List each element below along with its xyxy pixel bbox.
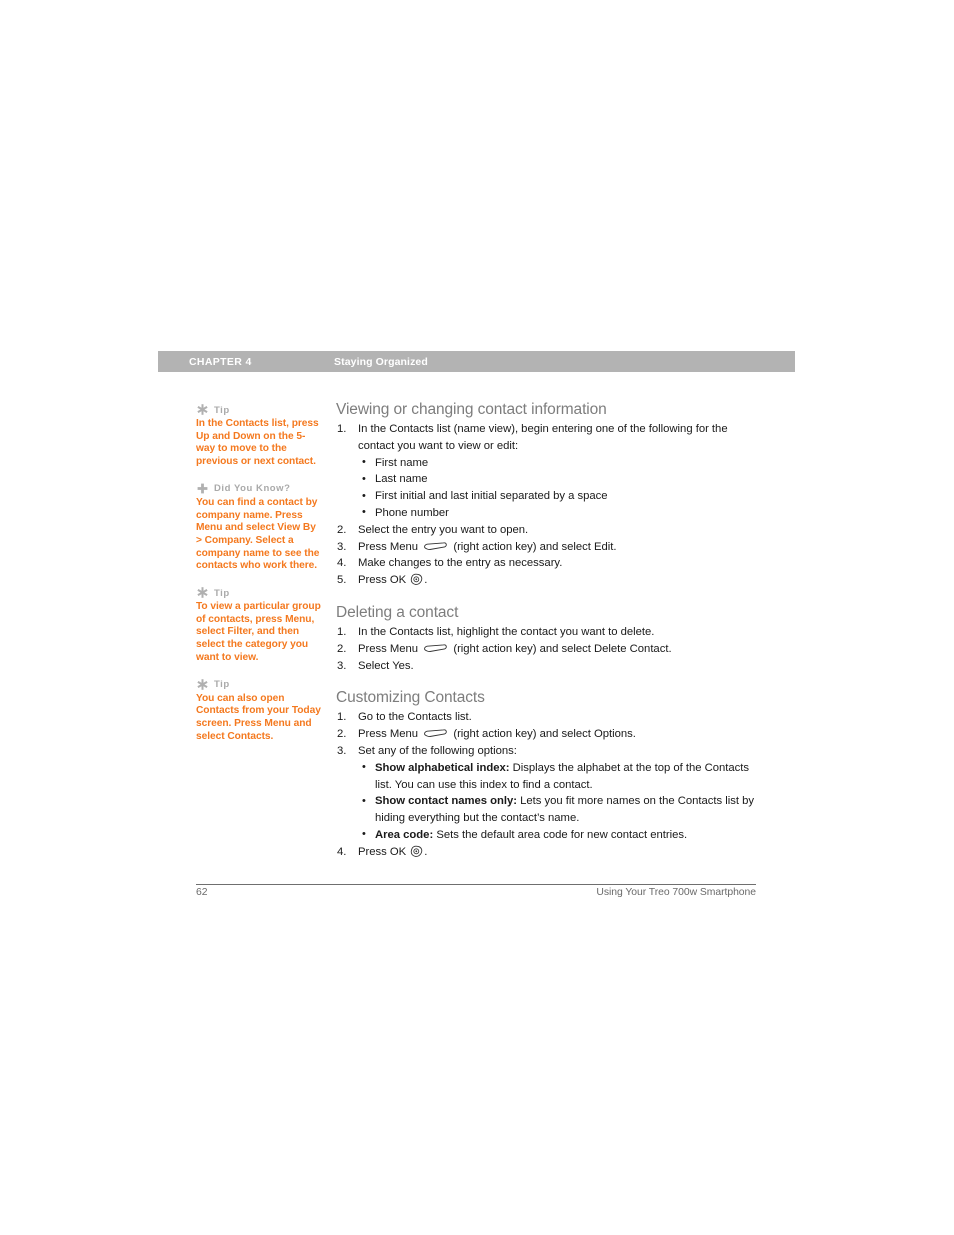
bullet-item: Area code: Sets the default area code fo… [358, 826, 761, 844]
step-text-after: . [424, 574, 428, 587]
chapter-label: CHAPTER 4 [189, 355, 252, 368]
bullet-item: Last name [358, 471, 761, 488]
tip-label: Tip [214, 679, 230, 691]
tip-text: You can find a contact by company name. … [196, 496, 320, 572]
document-page: CHAPTER 4 Staying Organized Tip In the C… [0, 0, 954, 1235]
step-text: Press Menu [358, 642, 422, 655]
tip-label: Tip [214, 587, 230, 599]
asterisk-icon [196, 403, 209, 416]
ok-key-icon [410, 845, 423, 858]
step-item: Select Yes. [336, 658, 761, 675]
step-text-after: (right action key) and select Options. [450, 728, 636, 741]
step-item: In the Contacts list, highlight the cont… [336, 624, 761, 641]
asterisk-icon [196, 678, 209, 691]
step-item: Press OK . [336, 572, 761, 589]
step-list: Go to the Contacts list. Press Menu (rig… [336, 709, 761, 860]
menu-key-icon [423, 642, 448, 652]
step-item: Go to the Contacts list. [336, 709, 761, 726]
bullet-item: Show alphabetical index: Displays the al… [358, 759, 761, 794]
step-text-after: . [424, 845, 428, 858]
section-heading: Deleting a contact [336, 603, 459, 621]
menu-key-icon [423, 540, 448, 550]
page-footer: 62 Using Your Treo 700w Smartphone [196, 887, 756, 898]
step-item: Press Menu (right action key) and select… [336, 726, 761, 743]
footer-divider [196, 884, 756, 885]
tip-label: Did You Know? [214, 483, 291, 495]
book-title: Using Your Treo 700w Smartphone [596, 887, 756, 898]
step-text: Select the entry you want to open. [358, 523, 529, 536]
plus-icon [196, 482, 209, 495]
step-text: Press Menu [358, 540, 422, 553]
tip-label: Tip [214, 404, 230, 416]
bullet-item: First name [358, 454, 761, 472]
tip-text: You can also open Contacts from your Tod… [196, 692, 321, 742]
step-text: In the Contacts list, highlight the cont… [358, 625, 655, 638]
option-bullet-list: Show alphabetical index: Displays the al… [358, 759, 761, 844]
step-item: Make changes to the entry as necessary. [336, 555, 761, 572]
step-text-after: (right action key) and select Edit. [450, 540, 617, 553]
tip-heading: Tip [196, 404, 324, 417]
section-heading: Viewing or changing contact information [336, 401, 607, 418]
step-item: Press Menu (right action key) and select… [336, 641, 761, 658]
step-text: In the Contacts list (name view), begin … [358, 423, 728, 452]
tip-heading: Did You Know? [196, 483, 324, 496]
step-item: Set any of the following options: Show a… [336, 743, 761, 844]
option-name: Show alphabetical index: [375, 761, 510, 774]
step-text: Press OK [358, 845, 410, 858]
step-list: In the Contacts list, highlight the cont… [336, 624, 761, 674]
tip-block: Tip In the Contacts list, press Up and D… [196, 404, 324, 469]
bullet-item: First initial and last initial separated… [358, 488, 761, 505]
option-description: Sets the default area code for new conta… [433, 828, 688, 841]
step-text: Go to the Contacts list. [358, 711, 472, 724]
chapter-header-bar: CHAPTER 4 Staying Organized [158, 351, 795, 372]
tip-block: Tip To view a particular group of contac… [196, 587, 324, 665]
step-item: Select the entry you want to open. [336, 522, 761, 539]
tip-heading: Tip [196, 678, 324, 692]
step-item: In the Contacts list (name view), begin … [336, 421, 761, 522]
step-text: Select Yes. [358, 659, 414, 672]
step-item: Press Menu (right action key) and select… [336, 539, 761, 556]
menu-key-icon [423, 727, 448, 738]
step-text: Press Menu [358, 728, 422, 741]
tip-text: In the Contacts list, press Up and Down … [196, 418, 319, 468]
sub-bullet-list: First name Last name First initial and l… [358, 454, 761, 522]
tip-heading: Tip [196, 587, 324, 600]
chapter-section-title: Staying Organized [334, 355, 428, 368]
tip-block: Tip You can also open Contacts from your… [196, 678, 324, 744]
tip-text: To view a particular group of contacts, … [196, 601, 321, 663]
step-item: Press OK . [336, 844, 761, 861]
step-text: Make changes to the entry as necessary. [358, 557, 563, 570]
bullet-item: Show contact names only: Lets you fit mo… [358, 793, 761, 827]
option-name: Show contact names only: [375, 795, 518, 808]
main-content: Viewing or changing contact information … [336, 400, 761, 861]
bullet-item: Phone number [358, 504, 761, 522]
step-text: Set any of the following options: [358, 744, 517, 757]
tip-block: Did You Know? You can find a contact by … [196, 483, 324, 573]
ok-key-icon [410, 573, 423, 586]
step-text-after: (right action key) and select Delete Con… [450, 642, 672, 655]
asterisk-icon [196, 586, 209, 599]
step-list: In the Contacts list (name view), begin … [336, 421, 761, 589]
option-name: Area code: [375, 828, 434, 841]
tips-sidebar: Tip In the Contacts list, press Up and D… [196, 404, 324, 757]
page-number: 62 [196, 887, 208, 898]
step-text: Press OK [358, 574, 410, 587]
section-heading: Customizing Contacts [336, 689, 485, 707]
